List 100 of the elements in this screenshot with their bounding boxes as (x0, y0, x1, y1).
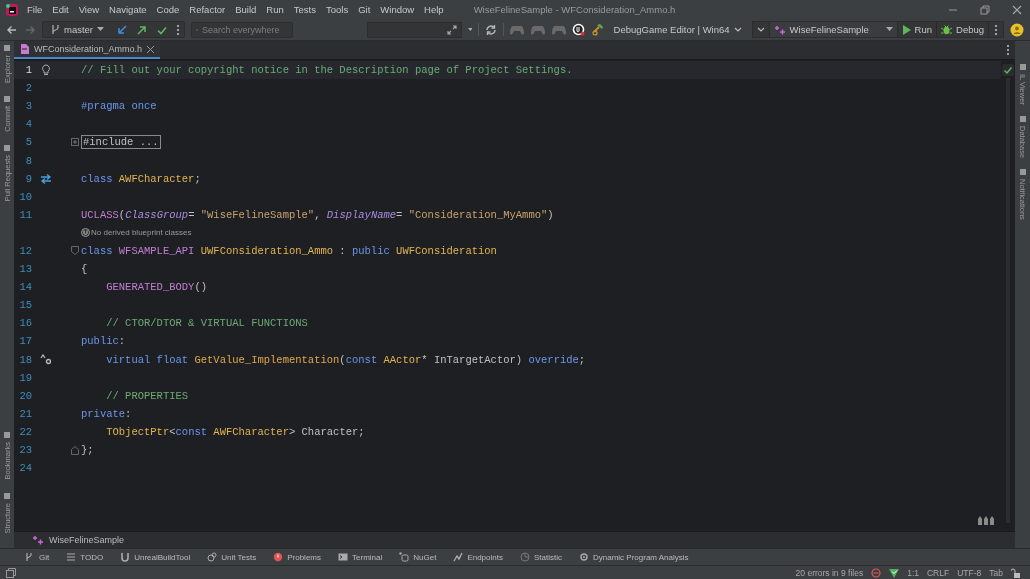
push-arrow-icon[interactable] (136, 23, 149, 36)
fold-end-icon[interactable] (71, 445, 79, 455)
tool-windows-icon[interactable] (6, 567, 16, 578)
tool-window-button[interactable]: Dynamic Program Analysis (574, 552, 694, 562)
menu-item[interactable]: Tools (321, 4, 354, 15)
menu-item[interactable]: Tests (288, 4, 321, 15)
close-icon[interactable] (147, 45, 155, 53)
menu-item[interactable]: Navigate (104, 4, 152, 15)
tool-icon (579, 552, 589, 562)
tool-window-button[interactable]: UnrealBuildTool (115, 552, 196, 562)
close-icon[interactable] (1012, 4, 1022, 15)
lock-icon[interactable] (1011, 567, 1020, 578)
code-line: // PROPERTIES (105, 389, 189, 402)
tool-icon (66, 552, 77, 562)
no-entry-icon[interactable] (871, 567, 882, 578)
back-arrow-icon[interactable] (6, 23, 18, 36)
more-icon[interactable] (1006, 44, 1010, 56)
fold-expand-icon[interactable] (71, 138, 79, 147)
inspection-ok-icon[interactable] (1002, 64, 1014, 76)
menu-item[interactable]: Git (353, 4, 376, 15)
menu-item[interactable]: Code (151, 4, 185, 15)
code-line: // Fill out your copyright notice in the Description page of Project Settings. (81, 64, 573, 77)
code-line: virtual float GetValue_Implementation(const AActor* InTargetActor) override; (105, 353, 586, 366)
menu-item[interactable]: Build (230, 4, 262, 15)
more-icon[interactable] (994, 23, 998, 36)
restore-icon[interactable] (980, 4, 990, 15)
menu-item[interactable]: Run (261, 4, 289, 15)
play-icon (901, 24, 911, 35)
menu-item[interactable]: Refactor (184, 4, 231, 15)
line-number: 8 (24, 154, 32, 167)
expand-icon[interactable] (446, 24, 457, 35)
tool-icon (338, 552, 348, 562)
inlay-hint[interactable]: No derived blueprint classes (81, 228, 192, 238)
menu-item[interactable]: Edit (47, 4, 74, 15)
search-field[interactable]: Search everywhere (191, 21, 294, 38)
code-line: public: (81, 335, 126, 348)
menu-item[interactable]: File (19, 4, 48, 15)
code-line: { (81, 263, 88, 276)
panel-icon (3, 431, 11, 440)
header-file-icon (20, 44, 29, 54)
app-logo-icon (5, 2, 19, 17)
tool-window-button[interactable]: Unit Tests (202, 552, 262, 562)
fold-collapse-icon[interactable] (71, 246, 79, 256)
caret-position[interactable]: 1:1 (907, 567, 919, 578)
menu-item[interactable]: Help (419, 4, 449, 15)
shield-check-icon[interactable] (889, 567, 900, 578)
panel-icon (3, 94, 11, 103)
line-number: 23 (18, 444, 32, 456)
menu-item[interactable]: View (73, 4, 105, 15)
indent-setting[interactable]: Tab (989, 567, 1003, 578)
avatar-icon[interactable] (1010, 22, 1024, 37)
file-tab[interactable]: WFConsideration_Ammo.h (14, 41, 161, 59)
pencils-icon[interactable] (977, 515, 995, 525)
menu-item[interactable]: Window (375, 4, 420, 15)
more-icon[interactable] (176, 23, 181, 36)
tool-window-button[interactable]: TODO (61, 552, 109, 562)
unreal-logo-icon[interactable] (571, 23, 585, 36)
sync-icon[interactable] (484, 23, 497, 36)
panel-icon (1018, 114, 1027, 123)
target-icon (773, 24, 786, 35)
code-line: class AWFCharacter; (81, 172, 201, 185)
run-button[interactable]: Run (897, 22, 937, 37)
line-number: 24 (18, 462, 32, 475)
code-line: UCLASS(ClassGroup= "WiseFelineSample", DisplayName= "Consideration_MyAmmo") (81, 208, 554, 221)
line-number: 12 (18, 245, 32, 257)
breadcrumb-item[interactable]: WiseFelineSample (49, 535, 125, 545)
line-number: 18 (18, 353, 32, 366)
line-number: 4 (24, 118, 32, 131)
line-number: 13 (18, 263, 32, 276)
tool-icon (399, 552, 410, 562)
lightbulb-icon (41, 64, 51, 77)
tool-window-button[interactable]: Git (20, 552, 55, 562)
window-title: WiseFelineSample - WFConsideration_Ammo.h (473, 4, 677, 15)
tool-window-button[interactable]: Endpoints (448, 552, 508, 562)
line-number: 15 (18, 299, 32, 312)
line-number: 11 (18, 208, 32, 221)
dropdown-arrow-icon[interactable] (467, 27, 473, 32)
tool-icon (207, 552, 218, 562)
file-encoding[interactable]: UTF-8 (957, 567, 982, 578)
code-line: TObjectPtr<const AWFCharacter> Character; (105, 425, 365, 438)
update-arrow-icon[interactable] (116, 23, 129, 36)
tool-window-button[interactable]: Problems (268, 552, 326, 562)
line-number: 1 (24, 64, 32, 77)
line-number: 2 (24, 82, 32, 95)
panel-icon (3, 143, 11, 152)
error-count[interactable]: 20 errors in 9 files (795, 567, 864, 578)
chevron-icon (756, 27, 765, 32)
line-number: 10 (18, 190, 32, 203)
debug-button[interactable]: Debug (937, 22, 989, 37)
line-ending[interactable]: CRLF (927, 567, 950, 578)
panel-icon (3, 44, 11, 52)
code-line: // CTOR/DTOR & VIRTUAL FUNCTIONS (105, 317, 308, 330)
tool-window-button[interactable]: Terminal (333, 552, 388, 562)
swap-arrows-icon[interactable] (40, 173, 52, 184)
run-target-dropdown[interactable]: WiseFelineSample (769, 22, 898, 37)
tool-window-button[interactable]: NuGet (394, 552, 442, 562)
error-icon (273, 552, 284, 562)
override-marker-icon[interactable] (40, 354, 52, 366)
tool-window-button[interactable]: Statistic (514, 552, 567, 562)
configuration-dropdown[interactable]: DebugGame Editor | Win64 (609, 22, 746, 37)
